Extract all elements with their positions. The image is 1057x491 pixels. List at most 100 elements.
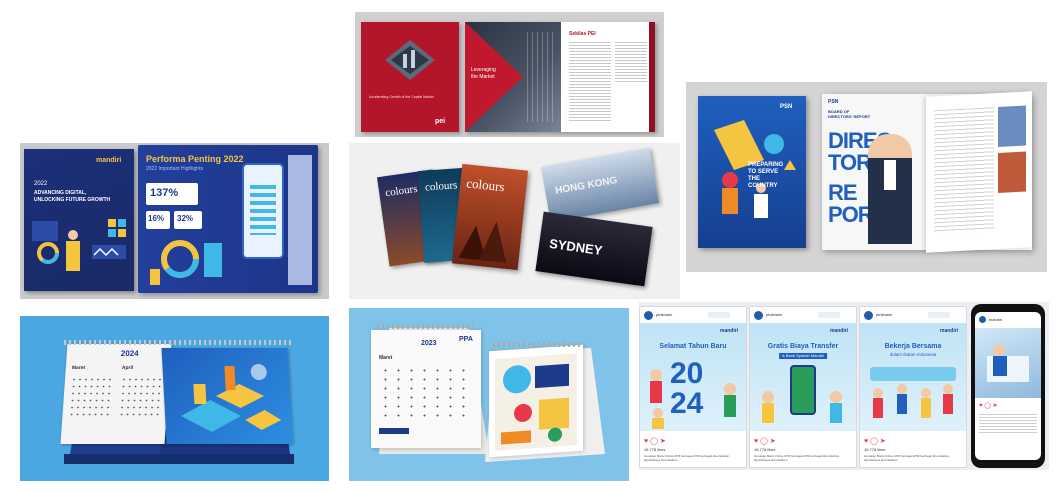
image-collage: mandiri 2022 ADVANCING DIGITAL, UNLOCKIN… [0, 0, 1057, 491]
calendar-2023-illustration-page [489, 344, 583, 458]
phone-avatar [979, 316, 986, 323]
post-username: ptnkbank [656, 312, 673, 317]
calendar-2023-month: Maret [379, 355, 393, 361]
psn-right-text [934, 107, 994, 235]
post-title: Selamat Tahun Baru [659, 343, 727, 350]
magazine-3: colours [451, 163, 529, 271]
psn-spread-right-page [926, 91, 1032, 253]
calendar-binding [64, 340, 292, 345]
cover-logo: mandiri [96, 157, 122, 164]
desk-calendar-2024-mockup: 2024 Maret April [20, 316, 329, 481]
stat-value-2: 16% [148, 214, 165, 223]
instagram-post-1: ptnkbank mandiri Selamat Tahun Baru 20 2… [639, 306, 747, 468]
post-header: ptnkbank [640, 307, 746, 323]
big-word-re: RE [828, 180, 858, 205]
psn-right-photo [998, 105, 1026, 148]
calendar-month-1: Maret [71, 365, 86, 371]
magazine-1-title: colours [384, 182, 419, 200]
psn-cover-text-3: THE [748, 176, 760, 182]
post-actions[interactable]: ♥ ◯ ➤ [864, 437, 886, 445]
post-caption: Gunakan Bank Online ATM berbagai ATM ber… [644, 454, 730, 462]
follow-button[interactable] [818, 312, 840, 318]
calendar-2023-artwork [495, 353, 577, 451]
psn-spread: PSN BOARD OF DIRECTORS' REPORT DIREC TOR… [822, 91, 1032, 253]
calendar-page-dates: 2024 Maret April [60, 344, 172, 444]
isometric-city-illustration [181, 364, 282, 432]
psn-spread-header-2: DIRECTORS' REPORT [828, 114, 871, 119]
follow-button[interactable] [708, 312, 730, 318]
colours-magazine-mockup: colours colours colours HONG KONG SYDNEY [349, 143, 680, 299]
spread-word-hongkong: HONG KONG [554, 175, 619, 197]
post-caption: Gunakan Bank Online ATM berbagai ATM ber… [754, 454, 840, 462]
post-header: ptnkbank [750, 307, 856, 323]
post-artwork: mandiri Selamat Tahun Baru 20 24 [640, 323, 746, 431]
phone-username: mandiri [989, 317, 1003, 322]
spread-subtitle: 2022 Important Highlights [146, 166, 203, 172]
spread-chart-lines [527, 32, 557, 122]
post-caption: Gunakan Bank Online ATM berbagai ATM ber… [864, 454, 950, 462]
portrait-shirt [884, 160, 896, 190]
phone-post-illustration [987, 344, 1029, 382]
cover-title-line-2: UNLOCKING FUTURE GROWTH [34, 197, 111, 203]
social-media-posts-mockup: ptnkbank mandiri Selamat Tahun Baru 20 2… [639, 302, 1049, 470]
calendar-2023-logo: PPA [459, 336, 473, 343]
magazine-3-title: colours [465, 175, 506, 195]
psn-cover-illustration [714, 120, 796, 218]
psn-cover-text-1: PREPARING [748, 162, 784, 168]
post-title: Bekerja Bersama [884, 343, 942, 350]
psn-right-photo-2 [998, 151, 1026, 194]
annual-report-pei-mockup: Accelerating Growth of the Capital Marke… [355, 12, 664, 137]
magazine-3-pattern [458, 221, 507, 263]
pei-body-text [569, 42, 611, 122]
psn-cover-text-4: COUNTRY [748, 183, 778, 189]
pei-cover-caption: Accelerating Growth of the Capital Marke… [369, 95, 434, 99]
post-actions[interactable]: ♥ ◯ ➤ [754, 437, 776, 445]
post-username: ptnkbank [876, 312, 893, 317]
magazine-2-title: colours [424, 179, 458, 194]
post-artwork: mandiri Gratis Biaya Transfer & Bank Sya… [750, 323, 856, 431]
calendar-grid-2 [118, 376, 166, 420]
post-subtitle: & Bank Syariah Mandiri [779, 353, 827, 359]
calendar-grid-1 [68, 376, 116, 420]
avatar [864, 311, 873, 320]
report-cover: mandiri 2022 ADVANCING DIGITAL, UNLOCKIN… [24, 149, 134, 291]
stat-value-1: 137% [150, 187, 179, 199]
post-actions[interactable]: ♥ ◯ ➤ [644, 437, 666, 445]
cover-title-line-1: ADVANCING DIGITAL, [34, 190, 87, 196]
pei-spread: Leveraging the Market Sekilas PEI [465, 22, 655, 132]
instagram-post-2: ptnkbank mandiri Gratis Biaya Transfer &… [749, 306, 857, 468]
avatar [754, 311, 763, 320]
calendar-2023-binding [377, 324, 473, 329]
post-username: ptnkbank [766, 312, 783, 317]
annual-report-psn-mockup: PSN PREPARING TO SERVE THE COUNTRY PSN B… [686, 82, 1047, 272]
calendar-2023-binding-2 [493, 342, 581, 347]
psn-spread-logo: PSN [828, 99, 839, 105]
stat-value-3: 32% [177, 214, 194, 223]
open-magazine-sydney: SYDNEY [535, 211, 653, 287]
calendar-2023-year: 2023 [421, 340, 437, 347]
psn-cover-text-2: TO SERVE [748, 169, 779, 175]
post-likes: 16.778 likes [864, 447, 886, 452]
big-word-tor: TOR [828, 150, 872, 175]
spread-infographic [150, 240, 222, 285]
people-illustration [650, 369, 736, 429]
pei-cover-logo: pei [435, 118, 446, 125]
post-likes: 16.778 likes [754, 447, 776, 452]
psn-cover-logo: PSN [780, 104, 793, 110]
annual-report-mandiri-mockup: mandiri 2022 ADVANCING DIGITAL, UNLOCKIN… [20, 143, 329, 299]
pei-page-heading: Sekilas PEI [569, 31, 596, 37]
open-magazine-hongkong: HONG KONG [540, 147, 660, 223]
spread-headline-2: the Market [471, 74, 495, 80]
follow-button[interactable] [928, 312, 950, 318]
phone-screen: mandiri ♥ ◯ ➤ [975, 312, 1041, 460]
calendar-2023-footer [379, 428, 409, 434]
spread-word-sydney: SYDNEY [548, 235, 604, 259]
phone-actions[interactable]: ♥ ◯ ➤ [979, 402, 998, 409]
instagram-post-3: ptnkbank mandiri Bekerja Bersama dalam I… [859, 306, 967, 468]
phone-caption [979, 414, 1037, 434]
post-2-illustration [762, 391, 842, 423]
post-logo: mandiri [830, 328, 849, 334]
spread-headline-1: Leveraging [471, 67, 496, 73]
post-artwork: mandiri Bekerja Bersama dalam Ikatan Ind… [860, 323, 966, 431]
diamond-city-photo [385, 40, 435, 80]
